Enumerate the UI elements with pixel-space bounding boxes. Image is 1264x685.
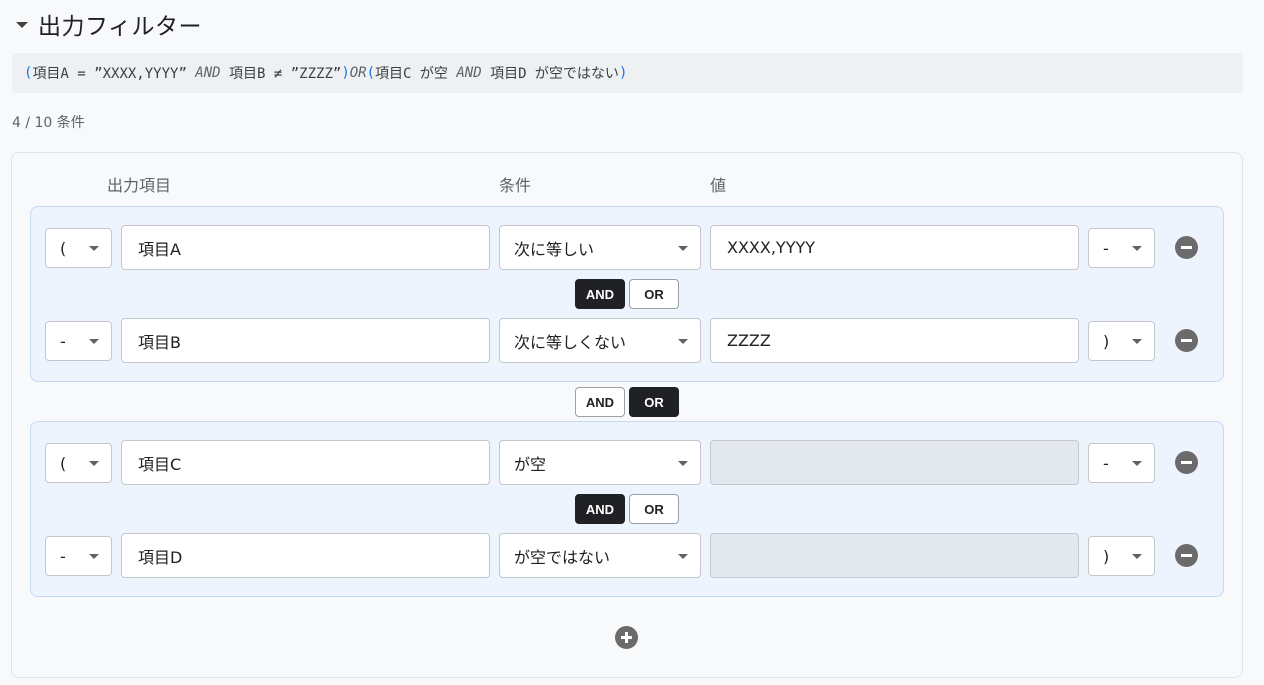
caret-down-icon[interactable]	[16, 22, 28, 28]
filter-expression-preview: (項目A = ”XXXX,YYYY” AND 項目B ≠ ”ZZZZ”) OR …	[12, 53, 1243, 93]
connector-toggle-groups: AND OR	[575, 387, 679, 417]
chevron-down-icon	[1132, 246, 1142, 251]
expr-clause: 項目C が空	[375, 66, 457, 82]
open-paren-value: -	[60, 331, 66, 351]
close-paren-value: )	[1103, 331, 1110, 351]
close-paren-value: )	[1103, 546, 1110, 566]
and-button[interactable]: AND	[575, 387, 625, 417]
section-title: 出力フィルター	[38, 14, 203, 40]
connector-toggle-row3-row4: AND OR	[575, 494, 679, 524]
expr-paren: )	[618, 65, 628, 81]
condition-select[interactable]: が空ではない	[499, 533, 701, 578]
and-button[interactable]: AND	[575, 279, 625, 309]
item-field[interactable]: 項目A	[121, 225, 490, 270]
chevron-down-icon	[89, 461, 99, 466]
condition-select[interactable]: 次に等しい	[499, 225, 701, 270]
close-paren-value: -	[1103, 238, 1109, 258]
remove-circle-icon[interactable]	[1175, 329, 1198, 352]
condition-select[interactable]: が空	[499, 440, 701, 485]
chevron-down-icon	[1132, 339, 1142, 344]
condition-value: が空	[514, 454, 547, 474]
condition-value: 次に等しい	[514, 239, 595, 259]
chevron-down-icon	[1132, 461, 1142, 466]
close-paren-value: -	[1103, 453, 1109, 473]
item-field[interactable]: 項目C	[121, 440, 490, 485]
column-header-value: 値	[710, 176, 727, 195]
chevron-down-icon	[678, 460, 688, 466]
chevron-down-icon	[89, 554, 99, 559]
expr-operator: AND	[195, 65, 221, 81]
value-input[interactable]: XXXX,YYYY	[710, 225, 1079, 270]
open-paren-value: (	[60, 238, 67, 258]
condition-count: 4 / 10 条件	[12, 115, 85, 131]
open-paren-select[interactable]: (	[45, 443, 112, 483]
or-button[interactable]: OR	[629, 494, 679, 524]
value-input-disabled	[710, 533, 1079, 578]
remove-circle-icon[interactable]	[1175, 236, 1198, 259]
output-filter-header[interactable]: 出力フィルター	[16, 8, 202, 40]
item-field[interactable]: 項目D	[121, 533, 490, 578]
value-input-disabled	[710, 440, 1079, 485]
expr-operator: AND	[456, 65, 482, 81]
or-button[interactable]: OR	[629, 387, 679, 417]
item-field[interactable]: 項目B	[121, 318, 490, 363]
open-paren-select[interactable]: (	[45, 228, 112, 268]
expr-operator: OR	[349, 65, 367, 81]
close-paren-select[interactable]: )	[1088, 536, 1155, 576]
condition-value: が空ではない	[514, 547, 611, 567]
close-paren-select[interactable]: -	[1088, 443, 1155, 483]
open-paren-value: -	[60, 546, 66, 566]
chevron-down-icon	[678, 245, 688, 251]
open-paren-select[interactable]: -	[45, 321, 112, 361]
expr-clause: 項目B ≠ ”ZZZZ”	[220, 66, 342, 82]
condition-select[interactable]: 次に等しくない	[499, 318, 701, 363]
close-paren-select[interactable]: -	[1088, 228, 1155, 268]
remove-circle-icon[interactable]	[1175, 451, 1198, 474]
condition-value: 次に等しくない	[514, 332, 627, 352]
value-input[interactable]: ZZZZ	[710, 318, 1079, 363]
expr-paren: )	[341, 65, 350, 81]
connector-toggle-row1-row2: AND OR	[575, 279, 679, 309]
open-paren-select[interactable]: -	[45, 536, 112, 576]
and-button[interactable]: AND	[575, 494, 625, 524]
expr-paren: (	[24, 65, 33, 81]
add-circle-icon[interactable]	[615, 626, 638, 649]
chevron-down-icon	[1132, 554, 1142, 559]
column-header-condition: 条件	[499, 176, 532, 195]
expr-clause: 項目D が空ではない	[481, 66, 619, 82]
chevron-down-icon	[89, 246, 99, 251]
open-paren-value: (	[60, 453, 67, 473]
remove-circle-icon[interactable]	[1175, 544, 1198, 567]
chevron-down-icon	[678, 553, 688, 559]
expr-clause: 項目A = ”XXXX,YYYY”	[32, 66, 196, 82]
close-paren-select[interactable]: )	[1088, 321, 1155, 361]
or-button[interactable]: OR	[629, 279, 679, 309]
chevron-down-icon	[678, 338, 688, 344]
chevron-down-icon	[89, 339, 99, 344]
expr-paren: (	[366, 65, 376, 81]
column-header-item: 出力項目	[107, 176, 172, 195]
